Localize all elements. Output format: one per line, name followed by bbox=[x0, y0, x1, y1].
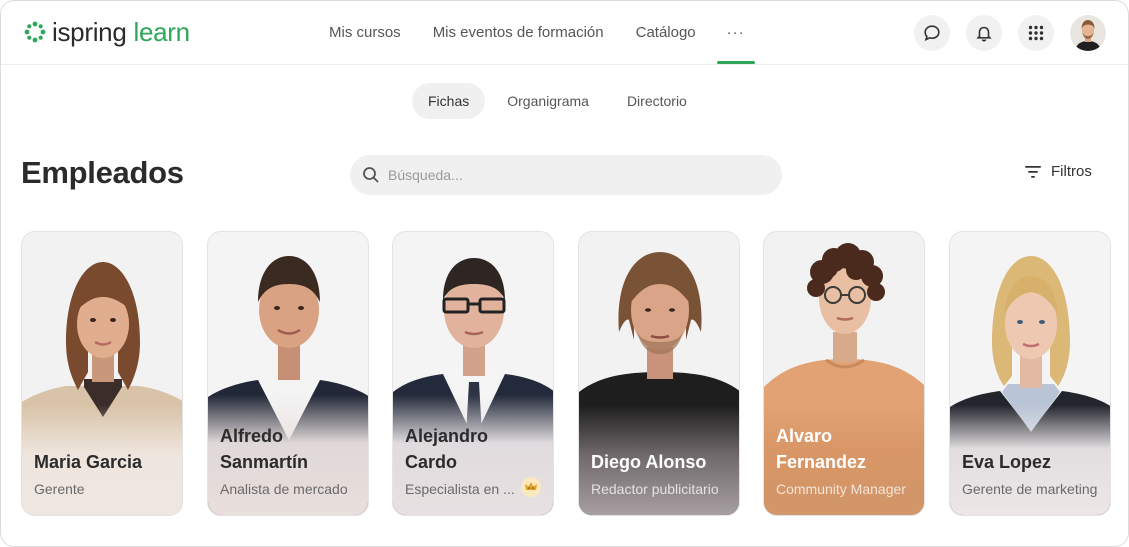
brand-name-part2: learn bbox=[133, 17, 191, 47]
ispring-learn-logo[interactable]: ispring learn bbox=[24, 17, 190, 47]
employee-role: Analista de mercado bbox=[220, 481, 348, 497]
chat-button[interactable] bbox=[914, 15, 950, 51]
employee-card[interactable]: Alvaro Fernandez Community Manager bbox=[763, 231, 925, 516]
employee-card[interactable]: Alfredo Sanmartín Analista de mercado bbox=[207, 231, 369, 516]
tab-organigrama[interactable]: Organigrama bbox=[491, 83, 605, 119]
employee-name: Diego Alonso bbox=[591, 452, 707, 472]
employee-name: Alfredo Sanmartín bbox=[220, 426, 309, 472]
filters-button[interactable]: Filtros bbox=[1025, 163, 1092, 180]
filters-label: Filtros bbox=[1051, 163, 1092, 180]
card-info: Maria Garcia Gerente bbox=[34, 449, 172, 497]
card-info: Alejandro Cardo Especialista en ... bbox=[405, 423, 519, 497]
view-tabs: Fichas Organigrama Directorio bbox=[412, 83, 703, 119]
employee-card[interactable]: Eva Lopez Gerente de marketing bbox=[949, 231, 1111, 516]
tab-directorio[interactable]: Directorio bbox=[611, 83, 703, 119]
employee-role: Especialista en ... bbox=[405, 481, 515, 497]
employee-name: Alejandro Cardo bbox=[405, 426, 489, 472]
brand-name-part1: ispring bbox=[52, 17, 127, 47]
employee-role: Gerente bbox=[34, 481, 85, 497]
bell-icon bbox=[976, 26, 992, 42]
card-info: Alfredo Sanmartín Analista de mercado bbox=[220, 423, 358, 497]
employee-name: Maria Garcia bbox=[34, 452, 143, 472]
apps-grid-icon bbox=[1028, 25, 1044, 41]
logo-icon bbox=[24, 21, 46, 43]
employee-role: Redactor publicitario bbox=[591, 481, 719, 497]
card-info: Alvaro Fernandez Community Manager bbox=[776, 423, 914, 497]
card-info: Eva Lopez Gerente de marketing bbox=[962, 449, 1100, 497]
nav-item-catalogo[interactable]: Catálogo bbox=[620, 1, 712, 65]
card-info: Diego Alonso Redactor publicitario bbox=[591, 449, 729, 497]
search-icon bbox=[363, 167, 379, 183]
employee-name: Alvaro Fernandez bbox=[776, 426, 867, 472]
nav-item-mis-cursos[interactable]: Mis cursos bbox=[313, 1, 417, 65]
top-header: ispring learn Mis cursos Mis eventos de f… bbox=[1, 1, 1128, 65]
crown-badge bbox=[521, 477, 541, 497]
user-avatar[interactable] bbox=[1070, 15, 1106, 51]
app-window: ispring learn Mis cursos Mis eventos de f… bbox=[0, 0, 1129, 547]
search-input[interactable] bbox=[388, 167, 768, 183]
filter-icon bbox=[1025, 165, 1041, 178]
employee-name: Eva Lopez bbox=[962, 452, 1052, 472]
tab-fichas[interactable]: Fichas bbox=[412, 83, 486, 119]
chat-icon bbox=[924, 25, 940, 42]
employee-card[interactable]: Maria Garcia Gerente bbox=[21, 231, 183, 516]
nav-item-mis-eventos[interactable]: Mis eventos de formación bbox=[417, 1, 620, 65]
nav-more-button[interactable]: ··· bbox=[716, 1, 755, 65]
notifications-button[interactable] bbox=[966, 15, 1002, 51]
crown-icon bbox=[525, 482, 537, 490]
employee-card[interactable]: Alejandro Cardo Especialista en ... bbox=[392, 231, 554, 516]
employee-card[interactable]: Diego Alonso Redactor publicitario bbox=[578, 231, 740, 516]
apps-button[interactable] bbox=[1018, 15, 1054, 51]
page-title: Empleados bbox=[21, 155, 184, 190]
main-nav: Mis cursos Mis eventos de formación Catá… bbox=[313, 1, 760, 65]
employee-role: Gerente de marketing bbox=[962, 481, 1098, 497]
avatar-image bbox=[1070, 15, 1106, 51]
employee-role: Community Manager bbox=[776, 481, 906, 497]
search-box[interactable] bbox=[350, 155, 782, 195]
